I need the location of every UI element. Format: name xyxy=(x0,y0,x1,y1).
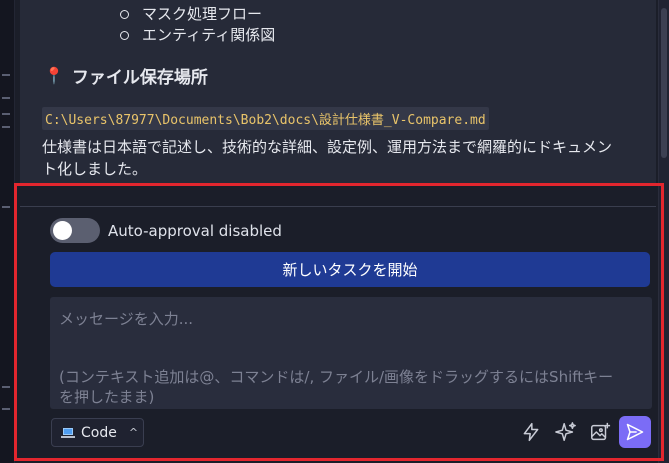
mode-selector[interactable]: Code ^ xyxy=(51,418,144,447)
message-input[interactable]: メッセージを入力... (コンテキスト追加は@、コマンドは/, ファイル/画像を… xyxy=(50,297,652,409)
scrollbar[interactable] xyxy=(658,0,669,463)
auto-approval-toggle[interactable] xyxy=(50,218,100,243)
section-heading: 📍 ファイル保存場所 xyxy=(44,63,208,88)
add-image-icon[interactable] xyxy=(585,417,615,447)
laptop-icon xyxy=(61,427,75,438)
message-hint: (コンテキスト追加は@、コマンドは/, ファイル/画像をドラッグするにはShif… xyxy=(59,368,614,406)
send-icon xyxy=(626,423,644,441)
auto-approval-row: Auto-approval disabled xyxy=(50,218,282,243)
scrollbar-thumb[interactable] xyxy=(661,8,667,158)
mode-label: Code xyxy=(81,424,117,441)
file-path-code: C:\Users\87977\Documents\Bob2\docs\設計仕様書… xyxy=(42,107,489,130)
bullet-icon xyxy=(120,31,129,40)
auto-approval-label: Auto-approval disabled xyxy=(108,221,282,240)
bullet-icon xyxy=(120,10,129,19)
chevron-up-icon: ^ xyxy=(128,426,139,439)
lightning-icon[interactable] xyxy=(516,417,546,447)
left-editor-gutter xyxy=(0,0,15,463)
pin-icon: 📍 xyxy=(44,66,64,85)
send-button[interactable] xyxy=(619,416,651,448)
sub-list: マスク処理フロー エンティティ関係図 xyxy=(120,4,275,46)
message-paragraph: 仕様書は日本語で記述し、技術的な詳細、設定例、運用方法まで網羅的にドキュメント化… xyxy=(42,138,613,178)
list-item: マスク処理フロー xyxy=(120,4,275,25)
start-new-task-button[interactable]: 新しいタスクを開始 xyxy=(50,252,650,287)
sparkles-icon[interactable] xyxy=(551,417,581,447)
message-placeholder: メッセージを入力... xyxy=(59,310,194,328)
toggle-knob xyxy=(53,221,72,240)
section-heading-text: ファイル保存場所 xyxy=(71,68,208,88)
list-item: エンティティ関係図 xyxy=(120,25,275,46)
